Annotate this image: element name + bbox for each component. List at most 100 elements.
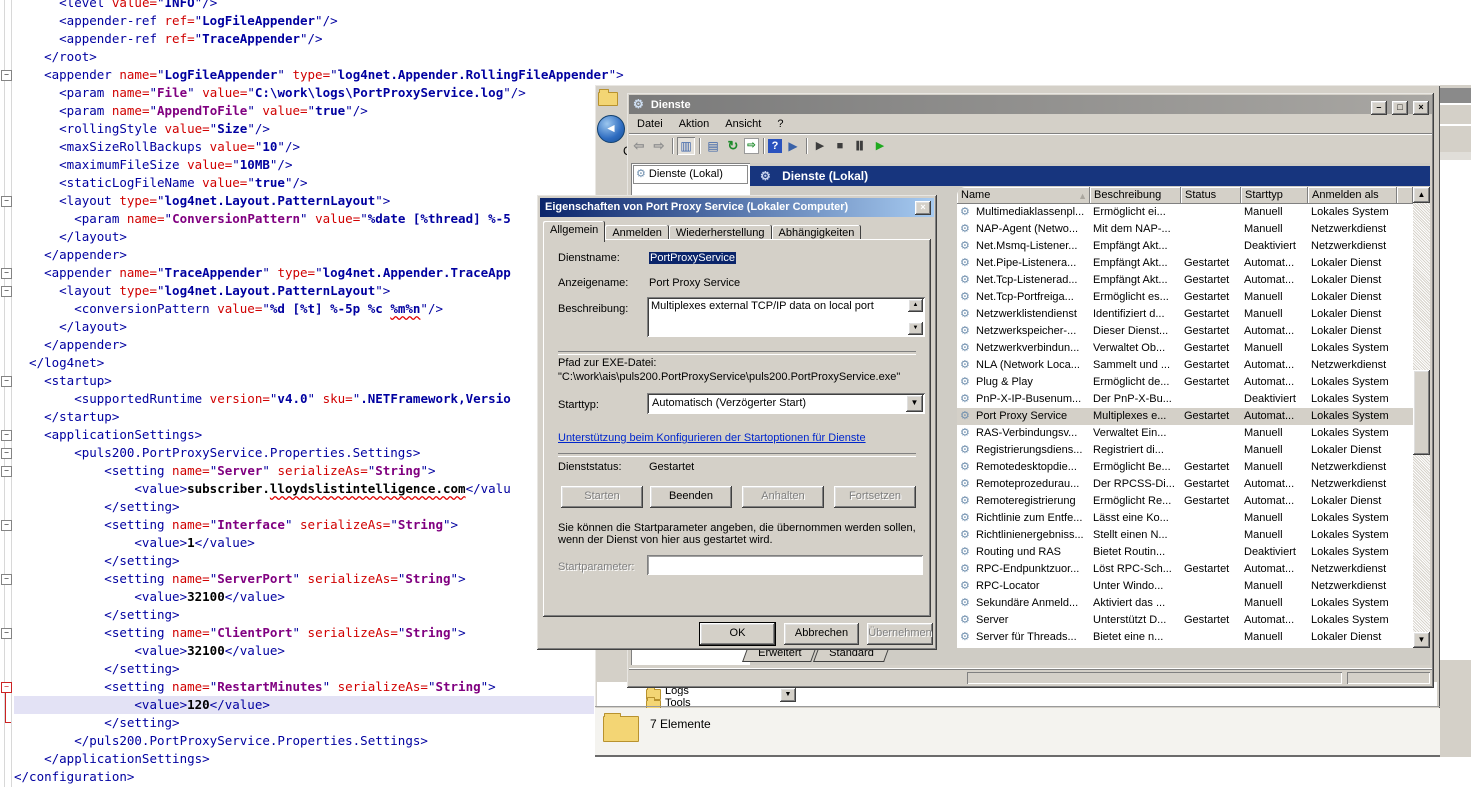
fold-toggle-icon[interactable]: − xyxy=(1,268,12,279)
code-line: <setting name="Interface" serializeAs="S… xyxy=(14,516,624,534)
fold-toggle-icon[interactable]: − xyxy=(1,448,12,459)
column-header-blank[interactable] xyxy=(1397,187,1413,204)
scrollbar-thumb[interactable] xyxy=(1413,370,1430,455)
column-header-starttyp[interactable]: Starttyp xyxy=(1241,187,1308,204)
fold-toggle-icon[interactable]: − xyxy=(1,70,12,81)
service-row[interactable]: ⚙RPC-LocatorUnter Windo...ManuellNetzwer… xyxy=(957,578,1413,595)
menu-?[interactable]: ? xyxy=(769,114,791,134)
startoptions-help-link[interactable]: Unterstützung beim Konfigurieren der Sta… xyxy=(558,432,866,444)
minimize-button[interactable]: – xyxy=(1371,101,1387,115)
scroll-down-button[interactable]: ▼ xyxy=(1413,632,1430,648)
menu-ansicht[interactable]: Ansicht xyxy=(717,114,769,134)
service-row[interactable]: ⚙Net.Tcp-Listenerad...Empfängt Akt...Ges… xyxy=(957,272,1413,289)
service-starttype: Automat... xyxy=(1244,357,1308,374)
column-header-status[interactable]: Status xyxy=(1181,187,1241,204)
service-logon-as: Lokales System xyxy=(1311,340,1411,357)
dialog-titlebar[interactable]: Eigenschaften von Port Proxy Service (Lo… xyxy=(540,198,934,217)
explorer-folder-item[interactable]: Tools xyxy=(665,697,691,706)
service-row[interactable]: ⚙PnP-X-IP-Busenum...Der PnP-X-Bu...Deakt… xyxy=(957,391,1413,408)
service-row[interactable]: ⚙Richtlinie zum Entfe...Lässt eine Ko...… xyxy=(957,510,1413,527)
startparameter-input[interactable] xyxy=(647,555,923,575)
service-row[interactable]: ⚙Server für Threads...Bietet eine n...Ma… xyxy=(957,629,1413,646)
service-row[interactable]: ⚙Richtlinienergebniss...Stellt einen N..… xyxy=(957,527,1413,544)
service-properties-dialog: Eigenschaften von Port Proxy Service (Lo… xyxy=(537,195,937,650)
service-row[interactable]: ⚙Sekundäre Anmeld...Aktiviert das ...Man… xyxy=(957,595,1413,612)
forward-icon[interactable]: ⇨ xyxy=(650,137,668,155)
service-row[interactable]: ⚙NLA (Network Loca...Sammelt und ...Gest… xyxy=(957,357,1413,374)
service-row[interactable]: ⚙Routing und RASBietet Routin...Deaktivi… xyxy=(957,544,1413,561)
maximize-button[interactable]: □ xyxy=(1392,101,1408,115)
service-row[interactable]: ⚙Net.Tcp-Portfreiga...Ermöglicht es...Ge… xyxy=(957,289,1413,306)
service-row[interactable]: ⚙Port Proxy ServiceMultiplexes e...Gesta… xyxy=(957,408,1413,425)
fold-toggle-icon[interactable]: − xyxy=(1,682,12,693)
scroll-up-button[interactable]: ▲ xyxy=(1413,187,1430,203)
service-row[interactable]: ⚙Netzwerkverbindun...Verwaltet Ob...Gest… xyxy=(957,340,1413,357)
service-status: Gestartet xyxy=(1184,476,1241,493)
dropdown-arrow-button[interactable]: ▼ xyxy=(780,688,796,702)
code-line: </layout> xyxy=(14,228,624,246)
code-line: <maximumFileSize value="10MB"/> xyxy=(14,156,624,174)
tab-allgemein[interactable]: Allgemein xyxy=(543,221,605,242)
fold-toggle-icon[interactable]: − xyxy=(1,430,12,441)
show-console-tree-icon[interactable]: ▥ xyxy=(677,137,695,155)
service-row[interactable]: ⚙NetzwerklistendienstIdentifiziert d...G… xyxy=(957,306,1413,323)
start-service-icon[interactable]: ▶ xyxy=(811,137,829,155)
extended-view-icon[interactable]: ▶ xyxy=(784,137,802,155)
code-line: <appender name="TraceAppender" type="log… xyxy=(14,264,624,282)
tree-item-dienste-lokal[interactable]: ⚙Dienste (Lokal) xyxy=(633,165,748,184)
service-row[interactable]: ⚙Multimediaklassenpl...Ermöglicht ei...M… xyxy=(957,204,1413,221)
stop-service-icon[interactable]: ■ xyxy=(831,137,849,155)
service-row[interactable]: ⚙RAS-Verbindungsv...Verwaltet Ein...Manu… xyxy=(957,425,1413,442)
service-status: Gestartet xyxy=(1184,459,1241,476)
vertical-scrollbar[interactable]: ▲ ▼ xyxy=(1413,187,1430,648)
explorer-back-button[interactable]: ◄ xyxy=(597,115,625,143)
service-description: Bietet eine n... xyxy=(1093,629,1181,646)
restart-service-icon[interactable]: ▶ xyxy=(871,137,889,155)
combobox-dropdown-button[interactable]: ▼ xyxy=(906,395,923,412)
service-description: Dieser Dienst... xyxy=(1093,323,1181,340)
service-row[interactable]: ⚙RPC-Endpunktzuor...Löst RPC-Sch...Gesta… xyxy=(957,561,1413,578)
pause-service-icon[interactable]: ▌▌ xyxy=(851,137,869,155)
fold-toggle-icon[interactable]: − xyxy=(1,628,12,639)
menu-aktion[interactable]: Aktion xyxy=(671,114,718,134)
export-list-icon[interactable]: ⇨ xyxy=(744,138,759,154)
service-row[interactable]: ⚙Net.Pipe-Listenera...Empfängt Akt...Ges… xyxy=(957,255,1413,272)
ok-button[interactable]: OK xyxy=(700,623,775,645)
service-row[interactable]: ⚙Plug & PlayErmöglicht de...GestartetAut… xyxy=(957,374,1413,391)
service-name: RPC-Endpunktzuor... xyxy=(976,561,1090,578)
column-header-beschreibung[interactable]: Beschreibung xyxy=(1090,187,1181,204)
fold-toggle-icon[interactable]: − xyxy=(1,376,12,387)
service-row[interactable]: ⚙Netzwerkspeicher-...Dieser Dienst...Ges… xyxy=(957,323,1413,340)
cancel-button[interactable]: Abbrechen xyxy=(784,623,859,645)
beenden-button[interactable]: Beenden xyxy=(650,486,732,508)
scroll-down-button[interactable]: ▼ xyxy=(908,322,923,335)
refresh-icon[interactable]: ↻ xyxy=(724,137,742,155)
service-status: Gestartet xyxy=(1184,306,1241,323)
fold-toggle-icon[interactable]: − xyxy=(1,196,12,207)
service-row[interactable]: ⚙ServerUnterstützt D...GestartetAutomat.… xyxy=(957,612,1413,629)
service-row[interactable]: ⚙Remoteprozedurau...Der RPCSS-Di...Gesta… xyxy=(957,476,1413,493)
service-row[interactable]: ⚙Net.Msmq-Listener...Empfängt Akt...Deak… xyxy=(957,238,1413,255)
back-icon[interactable]: ⇦ xyxy=(630,137,648,155)
fold-toggle-icon[interactable]: − xyxy=(1,520,12,531)
scroll-up-button[interactable]: ▲ xyxy=(908,299,923,312)
column-header-anmeldenals[interactable]: Anmelden als xyxy=(1308,187,1397,204)
dialog-close-button[interactable]: × xyxy=(915,201,931,215)
fold-toggle-icon[interactable]: − xyxy=(1,286,12,297)
help-icon[interactable]: ? xyxy=(768,139,782,153)
fold-toggle-icon[interactable]: − xyxy=(1,574,12,585)
beschreibung-field[interactable]: Multiplexes external TCP/IP data on loca… xyxy=(647,297,925,337)
menu-datei[interactable]: Datei xyxy=(629,114,671,134)
close-button[interactable]: × xyxy=(1413,101,1429,115)
properties-icon[interactable]: ▤ xyxy=(704,137,722,155)
services-titlebar[interactable]: ⚙ Dienste – □ × xyxy=(629,95,1432,114)
service-starttype: Automat... xyxy=(1244,408,1308,425)
fold-toggle-icon[interactable]: − xyxy=(1,466,12,477)
service-row[interactable]: ⚙RemoteregistrierungErmöglicht Re...Gest… xyxy=(957,493,1413,510)
service-row[interactable]: ⚙Remotedesktopdie...Ermöglicht Be...Gest… xyxy=(957,459,1413,476)
column-header-name[interactable]: Name▲ xyxy=(957,187,1090,204)
service-name: Richtlinienergebniss... xyxy=(976,527,1090,544)
starttyp-combobox[interactable]: Automatisch (Verzögerter Start) ▼ xyxy=(647,393,925,414)
service-row[interactable]: ⚙Registrierungsdiens...Registriert di...… xyxy=(957,442,1413,459)
service-row[interactable]: ⚙NAP-Agent (Netwo...Mit dem NAP-...Manue… xyxy=(957,221,1413,238)
